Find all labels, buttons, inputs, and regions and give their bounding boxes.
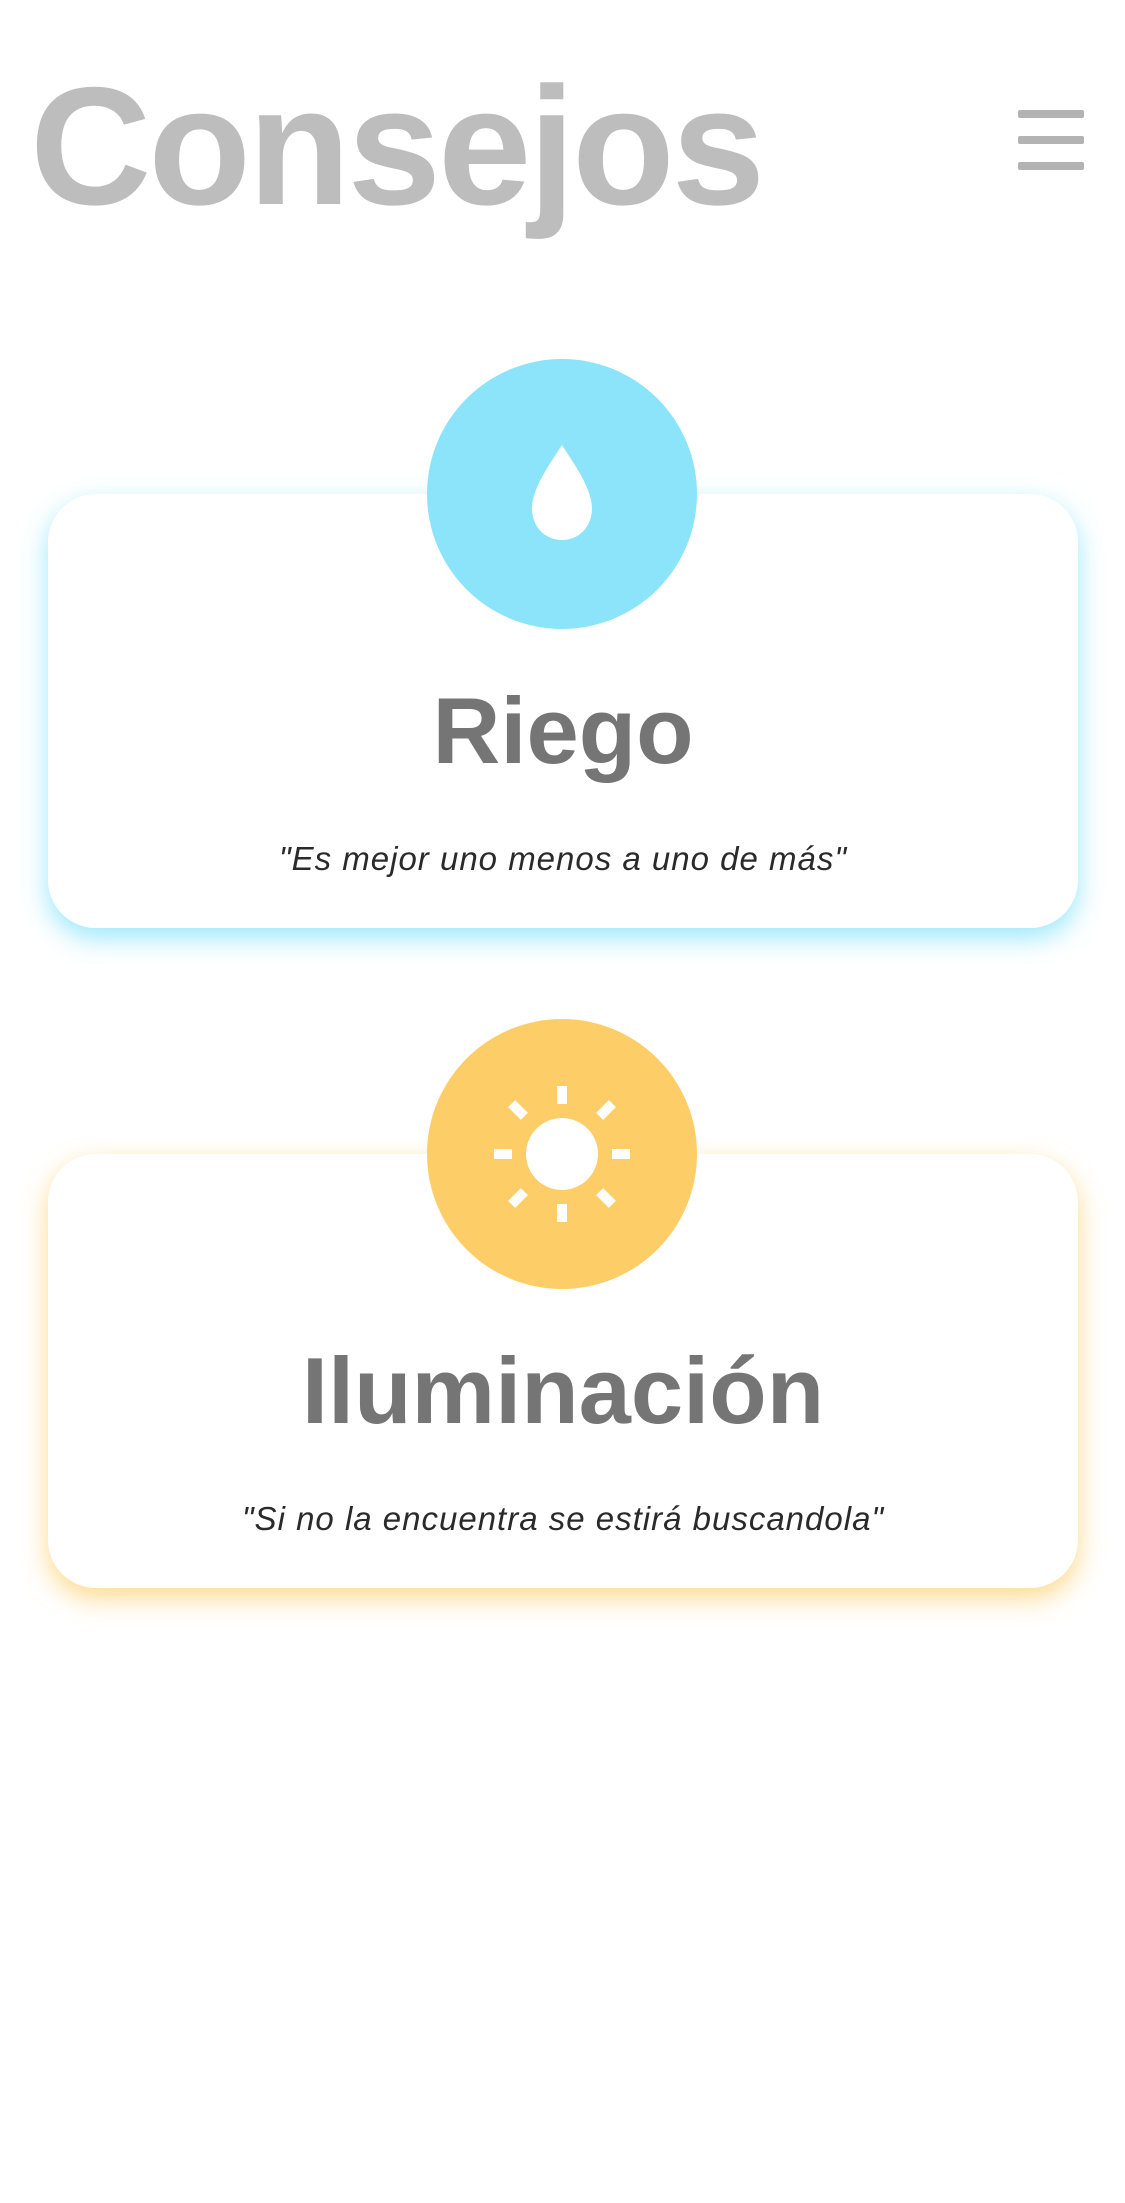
sun-icon [427, 1019, 697, 1289]
page-title: Consejos [30, 52, 765, 240]
card-quote: "Es mejor uno menos a uno de más" [278, 840, 848, 877]
water-badge [427, 359, 697, 629]
card-title: Iluminación [301, 1338, 825, 1443]
card-quote: "Si no la encuentra se estirá buscandola… [241, 1500, 885, 1537]
card-title: Riego [432, 678, 694, 783]
menu-button[interactable] [1018, 110, 1086, 170]
sun-badge [427, 1019, 697, 1289]
water-drop-icon [427, 359, 697, 629]
